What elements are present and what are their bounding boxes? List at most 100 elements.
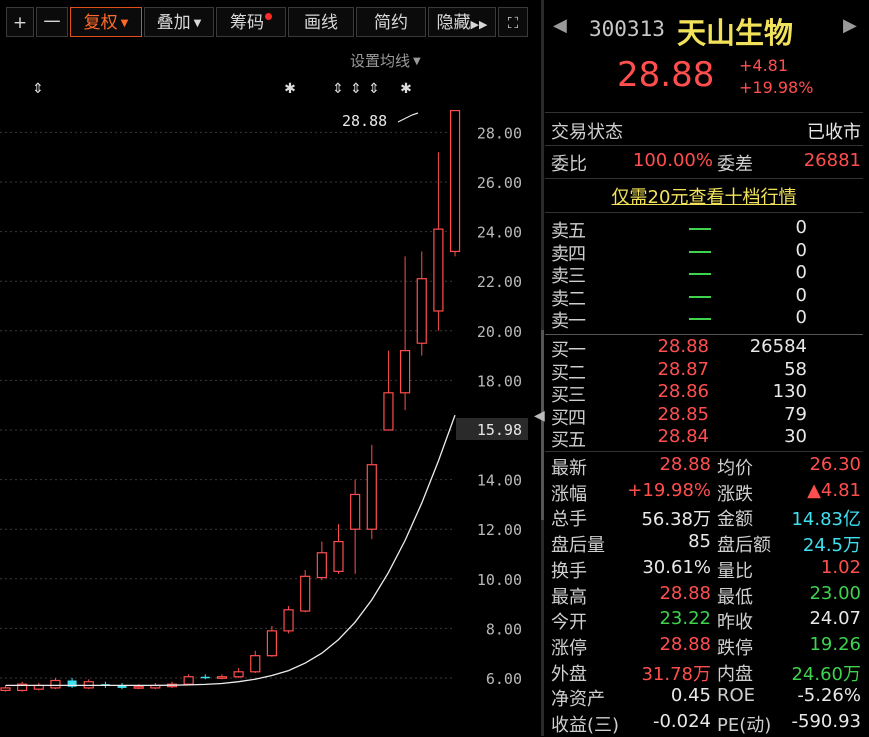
y-tick-label: 10.00 (477, 571, 522, 589)
y-tick-label: 28.00 (477, 124, 522, 142)
collapse-arrow-icon[interactable]: ◀ (534, 408, 545, 424)
event-marker-icon[interactable]: ⇕ (350, 81, 362, 97)
no-price-dash (689, 295, 711, 298)
bid-row[interactable]: 买四 28.85 79 (551, 403, 857, 429)
candle-body (366, 464, 377, 530)
overlay-dropdown[interactable]: 叠加 ▼ (144, 7, 214, 37)
stat-label: 涨幅 (551, 483, 587, 505)
price-change: +4.81 +19.98% (739, 55, 813, 99)
quote-panel: ◀ 300313 天山生物 ▶ 28.88 +4.81 +19.98% 交易状态… (545, 0, 869, 736)
hide-label: 隐藏 (436, 13, 471, 33)
bid-row[interactable]: 买五 28.84 30 (551, 426, 857, 451)
stat-value: 1.02 (820, 556, 861, 578)
bid-row[interactable]: 买一 28.88 26584 (551, 336, 857, 361)
stat-value: 19.26 (809, 633, 861, 655)
change-amount: +4.81 (739, 56, 789, 75)
event-marker-icon[interactable]: ✱ (400, 81, 412, 97)
event-marker-icon[interactable]: ⇕ (32, 81, 44, 97)
candle-body (383, 392, 394, 431)
stat-value: 24.60万 (791, 663, 861, 685)
candles (0, 109, 461, 692)
last-price-annotation: 28.88 (342, 112, 419, 130)
ask-row[interactable]: 卖五 0 (551, 217, 857, 242)
stat-label: 最新 (551, 458, 587, 479)
event-marker-icon[interactable]: ⇕ (332, 81, 344, 97)
candle-body (216, 676, 228, 679)
event-marker-icon[interactable]: ✱ (284, 81, 296, 97)
weibi-value: 100.00% (632, 150, 713, 171)
stat-label: 涨停 (551, 637, 587, 659)
status-label: 交易状态 (551, 122, 623, 143)
bid-volume: 79 (784, 403, 807, 425)
stat-label: 内盘 (717, 663, 753, 685)
draw-line-button[interactable]: 画线 (288, 7, 354, 37)
stat-row: 今开 23.22 昨收 24.07 (551, 608, 861, 634)
ask-row[interactable]: 卖一 0 (551, 307, 857, 332)
next-stock-icon[interactable]: ▶ (843, 15, 857, 36)
weicha-label: 委差 (717, 154, 753, 175)
ask-row[interactable]: 卖三 0 (551, 262, 857, 287)
divider-scroll-thumb[interactable] (541, 330, 544, 520)
divider (545, 212, 863, 213)
candle-body (266, 630, 277, 657)
fullscreen-icon[interactable]: ⛶ (498, 7, 528, 37)
stat-value: 85 (688, 531, 711, 553)
stat-label: 量比 (717, 560, 753, 582)
stat-row: 换手 30.61% 量比 1.02 (551, 557, 861, 583)
candle-body (250, 655, 261, 673)
stat-value: -0.024 (652, 711, 711, 732)
ask-row[interactable]: 卖二 0 (551, 285, 857, 310)
stat-value: 26.30 (809, 454, 861, 475)
zoom-in-button[interactable]: + (6, 7, 34, 37)
candle-body (50, 679, 61, 689)
kline-chart[interactable]: 28.0026.0024.0022.0020.0018.0016.0014.00… (0, 0, 545, 736)
set-ma-dropdown[interactable]: 设置均线 ▼ (350, 50, 421, 71)
bid-volume: 130 (772, 381, 807, 403)
stat-value: ▲4.81 (807, 479, 861, 501)
chip-label: 筹码 (230, 13, 264, 33)
stat-label: 金额 (717, 509, 753, 531)
bid-level-label: 买五 (551, 430, 586, 452)
prev-stock-icon[interactable]: ◀ (553, 15, 567, 36)
current-price-value: 15.98 (477, 421, 522, 439)
bid-row[interactable]: 买三 28.86 130 (551, 381, 857, 406)
bid-row[interactable]: 买二 28.87 58 (551, 359, 857, 384)
stat-value: 23.00 (809, 582, 861, 604)
chevron-down-icon: ▼ (120, 18, 129, 29)
hide-button[interactable]: 隐藏▶▶ (428, 7, 496, 37)
trading-status-row: 交易状态 已收市 (551, 118, 863, 143)
simple-mode-button[interactable]: 简约 (356, 7, 426, 37)
fuquan-dropdown[interactable]: 复权 ▼ (70, 7, 142, 37)
candle-body (283, 609, 294, 632)
event-marker-icon[interactable]: ⇕ (368, 81, 380, 97)
no-price-dash (689, 228, 711, 230)
ask-volume: 0 (795, 217, 807, 238)
ask-row[interactable]: 卖四 0 (551, 239, 857, 265)
y-tick-label: 6.00 (486, 670, 522, 688)
divider (545, 145, 863, 146)
upgrade-level2-link[interactable]: 仅需20元查看十档行情 (545, 183, 863, 209)
ask-level-label: 卖一 (551, 311, 586, 333)
candle-body (0, 687, 11, 691)
chip-button[interactable]: 筹码 (216, 7, 286, 37)
last-price: 28.88 (617, 55, 715, 95)
candle-body (449, 109, 461, 253)
chevron-down-icon: ▼ (193, 18, 202, 29)
y-tick-label: 18.00 (477, 372, 522, 390)
bid-volume: 26584 (749, 336, 807, 357)
stat-value: -5.26% (797, 685, 861, 707)
panel-divider[interactable] (541, 0, 544, 736)
stat-value: 14.83亿 (791, 509, 861, 531)
change-percent: +19.98% (739, 78, 814, 97)
stat-row: 最高 28.88 最低 23.00 (551, 583, 861, 609)
stat-label: 今开 (551, 612, 587, 634)
zoom-out-button[interactable]: 一 (36, 7, 68, 37)
stock-name: 天山生物 (677, 16, 794, 50)
ask-volume: 0 (795, 239, 807, 261)
stat-value: +19.98% (627, 479, 711, 501)
stock-code: 300313 (589, 17, 665, 41)
divider (545, 334, 863, 335)
stat-label: 盘后额 (717, 535, 771, 557)
current-price-label: 15.98 (456, 418, 528, 440)
moving-average-line (5, 414, 456, 687)
